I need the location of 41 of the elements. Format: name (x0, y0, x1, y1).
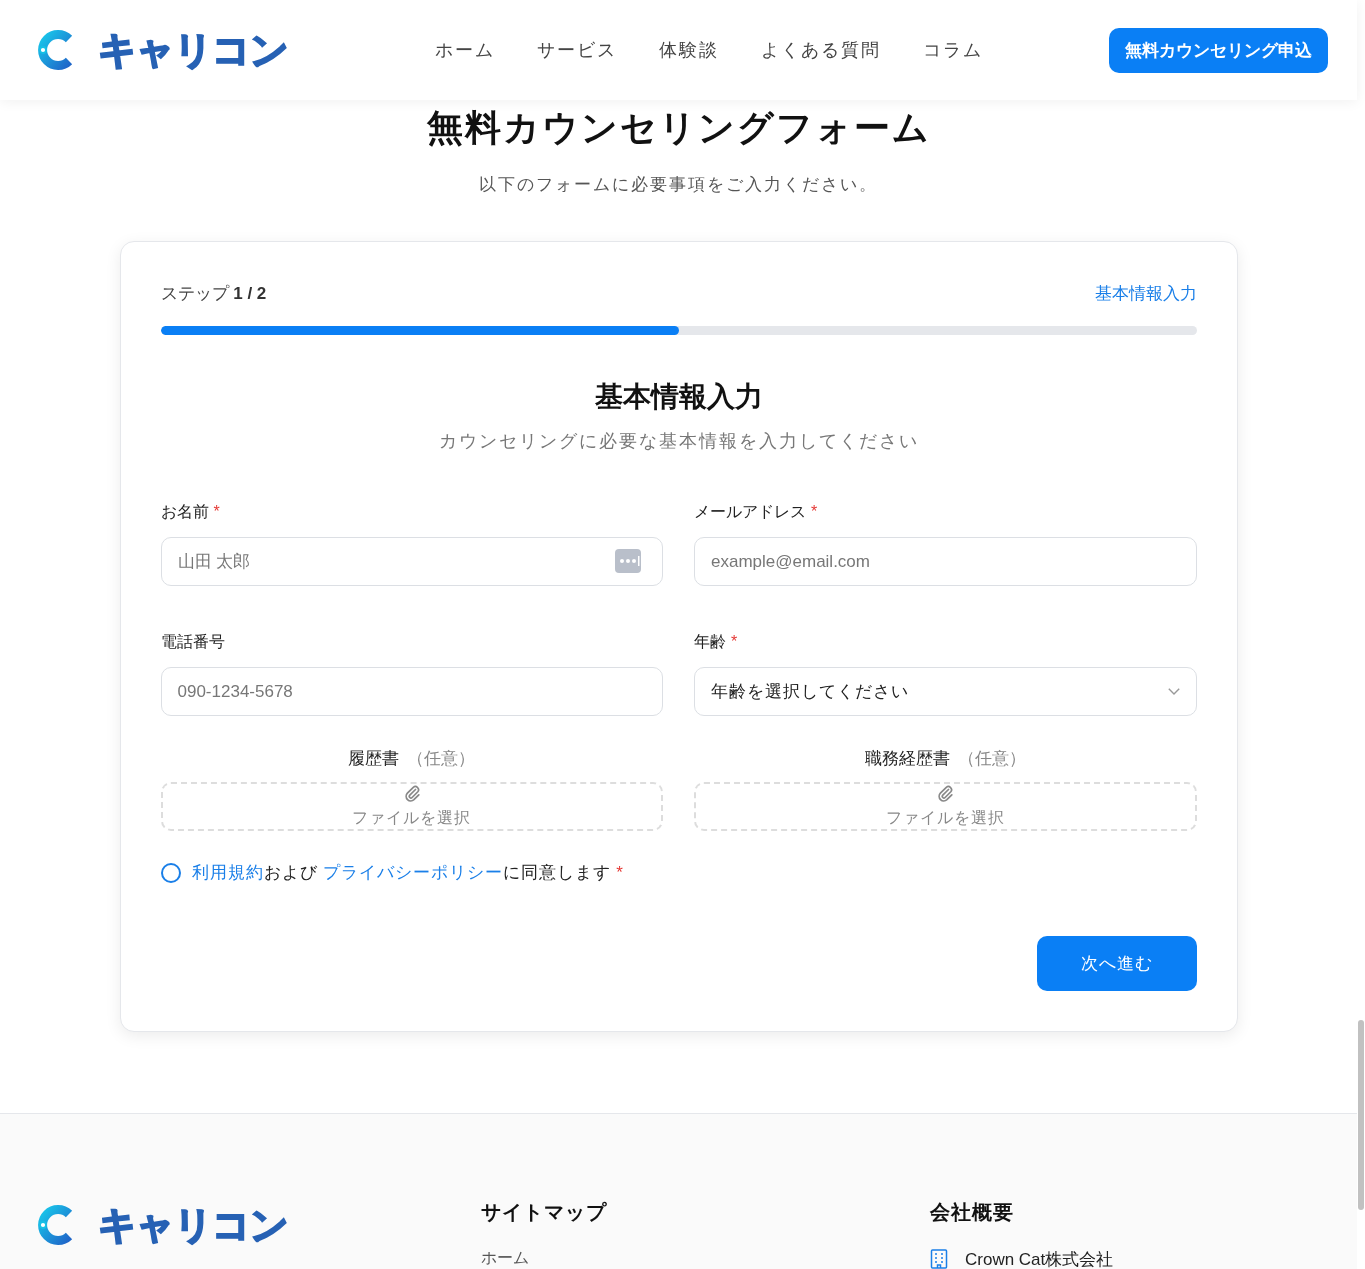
company-name: Crown Cat株式会社 (965, 1250, 1114, 1268)
building-icon (930, 1249, 948, 1269)
field-label: メールアドレス * (694, 502, 819, 522)
paperclip-icon (937, 784, 954, 802)
step-name: 基本情報入力 (1094, 283, 1197, 305)
logo[interactable]: キャリコン (38, 29, 288, 71)
footer-heading: サイトマップ (481, 1200, 608, 1225)
nav-link[interactable]: 体験談 (658, 38, 719, 62)
next-button[interactable]: 次へ進む (1036, 936, 1197, 991)
page-subtitle: 以下のフォームに必要事項をご入力ください。 (478, 174, 879, 196)
select-field[interactable]: 年齢を選択してください (694, 667, 1197, 716)
paperclip-icon (403, 784, 420, 802)
text-field[interactable]: example@email.com (694, 537, 1197, 586)
chevron-down-icon (1167, 688, 1180, 695)
cta-button[interactable]: 無料カウンセリング申込 (1109, 27, 1328, 73)
upload-label: 履歴書 （任意） (347, 748, 477, 770)
field-label: お名前 * (160, 502, 221, 522)
step-counter: ステップ 1 / 2 (160, 283, 267, 305)
page-title: 無料カウンセリングフォーム (425, 108, 932, 148)
policy-link[interactable]: 利用規約 (191, 863, 264, 882)
policy-link[interactable]: プライバシーポリシー (323, 863, 504, 882)
dots-icon[interactable] (615, 549, 641, 573)
section-subtitle: カウンセリングに必要な基本情報を入力してください (437, 430, 920, 453)
consent-text: 利用規約および プライバシーポリシーに同意します * (191, 862, 624, 884)
nav-link[interactable]: ホーム (434, 38, 495, 62)
footer-link[interactable]: ホーム (481, 1250, 529, 1266)
nav-link[interactable]: コラム (922, 38, 983, 62)
text-field[interactable]: 090-1234-5678 (160, 667, 663, 716)
footer-heading: 会社概要 (930, 1200, 1015, 1225)
section-title: 基本情報入力 (593, 380, 764, 414)
upload-label: 職務経歴書 （任意） (863, 748, 1027, 770)
nav-link[interactable]: サービス (536, 38, 617, 62)
logo[interactable]: キャリコン (38, 1204, 481, 1246)
nav-link[interactable]: よくある質問 (760, 38, 881, 62)
consent-checkbox[interactable] (160, 863, 181, 883)
file-dropzone[interactable]: ファイルを選択 (694, 782, 1197, 831)
file-dropzone[interactable]: ファイルを選択 (160, 782, 663, 831)
field-label: 年齢 * (694, 632, 739, 652)
text-field[interactable]: 山田 太郎 (160, 537, 663, 586)
field-label: 電話番号 (160, 632, 226, 652)
scrollbar-thumb[interactable] (1358, 1020, 1364, 1210)
